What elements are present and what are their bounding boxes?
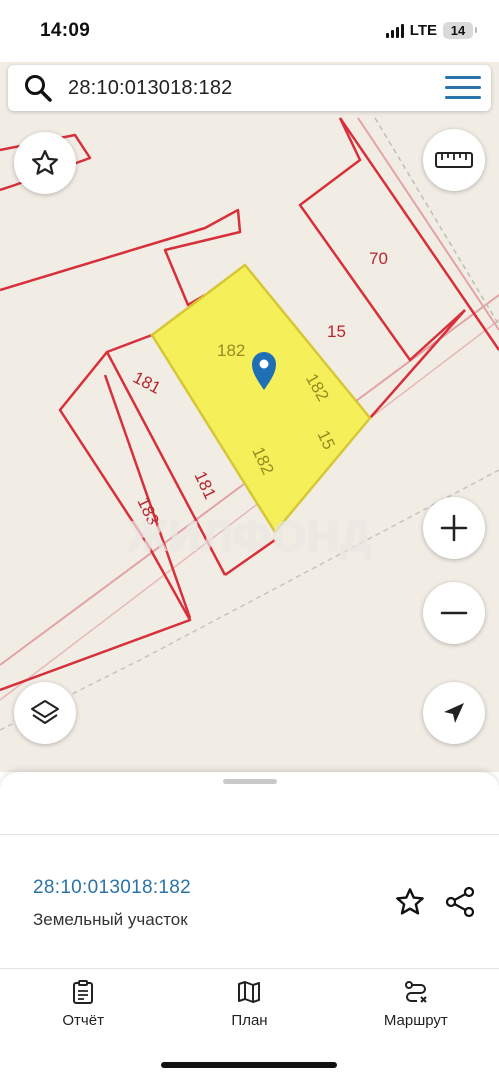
cadastral-number-link[interactable]: 28:10:013018:182 <box>33 877 191 899</box>
share-icon <box>445 886 475 918</box>
plus-icon <box>440 514 468 542</box>
sheet-divider <box>0 834 499 835</box>
tab-report[interactable]: Отчёт <box>0 968 166 1048</box>
ruler-icon <box>435 152 473 168</box>
tab-plan[interactable]: План <box>166 968 332 1048</box>
map-icon <box>238 981 261 1003</box>
map-label: 70 <box>369 249 388 268</box>
star-outline-icon <box>396 888 424 915</box>
favorite-button[interactable] <box>392 884 428 920</box>
tab-label: План <box>231 1012 268 1029</box>
status-bar: 14:09 LTE 14 <box>0 0 499 62</box>
map-label: 183 <box>134 494 163 528</box>
signal-icon <box>385 23 404 38</box>
my-location-button[interactable] <box>423 682 485 744</box>
home-indicator[interactable] <box>161 1062 337 1068</box>
map-label: 181 <box>130 368 164 398</box>
zoom-out-button[interactable] <box>423 582 485 644</box>
map-label: 182 <box>217 341 245 360</box>
layers-button[interactable] <box>14 682 76 744</box>
layers-icon <box>31 700 59 724</box>
clipboard-icon <box>73 980 94 1004</box>
tab-label: Отчёт <box>62 1012 104 1029</box>
search-icon[interactable] <box>8 65 68 111</box>
star-icon <box>32 150 58 175</box>
ruler-button[interactable] <box>423 129 485 191</box>
map-label: 15 <box>327 322 346 341</box>
parcel-type: Земельный участок <box>33 910 188 929</box>
search-input[interactable]: 28:10:013018:182 <box>68 77 435 100</box>
tab-label: Маршрут <box>383 1012 448 1029</box>
route-icon <box>404 981 427 1003</box>
hamburger-menu-icon[interactable] <box>435 65 491 111</box>
minus-icon <box>440 611 468 615</box>
status-indicators: LTE 14 <box>385 22 477 39</box>
map-label: 181 <box>191 468 220 502</box>
tab-bar: Отчёт План Маршрут <box>0 968 499 1048</box>
tab-route[interactable]: Маршрут <box>333 968 499 1048</box>
search-bar[interactable]: 28:10:013018:182 <box>8 65 491 111</box>
zoom-in-button[interactable] <box>423 497 485 559</box>
favorite-map-button[interactable] <box>14 132 76 194</box>
battery-indicator: 14 <box>443 22 477 39</box>
network-type: LTE <box>409 22 437 39</box>
navigation-arrow-icon <box>444 703 464 723</box>
share-button[interactable] <box>442 884 478 920</box>
sheet-handle[interactable] <box>223 779 277 784</box>
status-time: 14:09 <box>40 20 91 41</box>
